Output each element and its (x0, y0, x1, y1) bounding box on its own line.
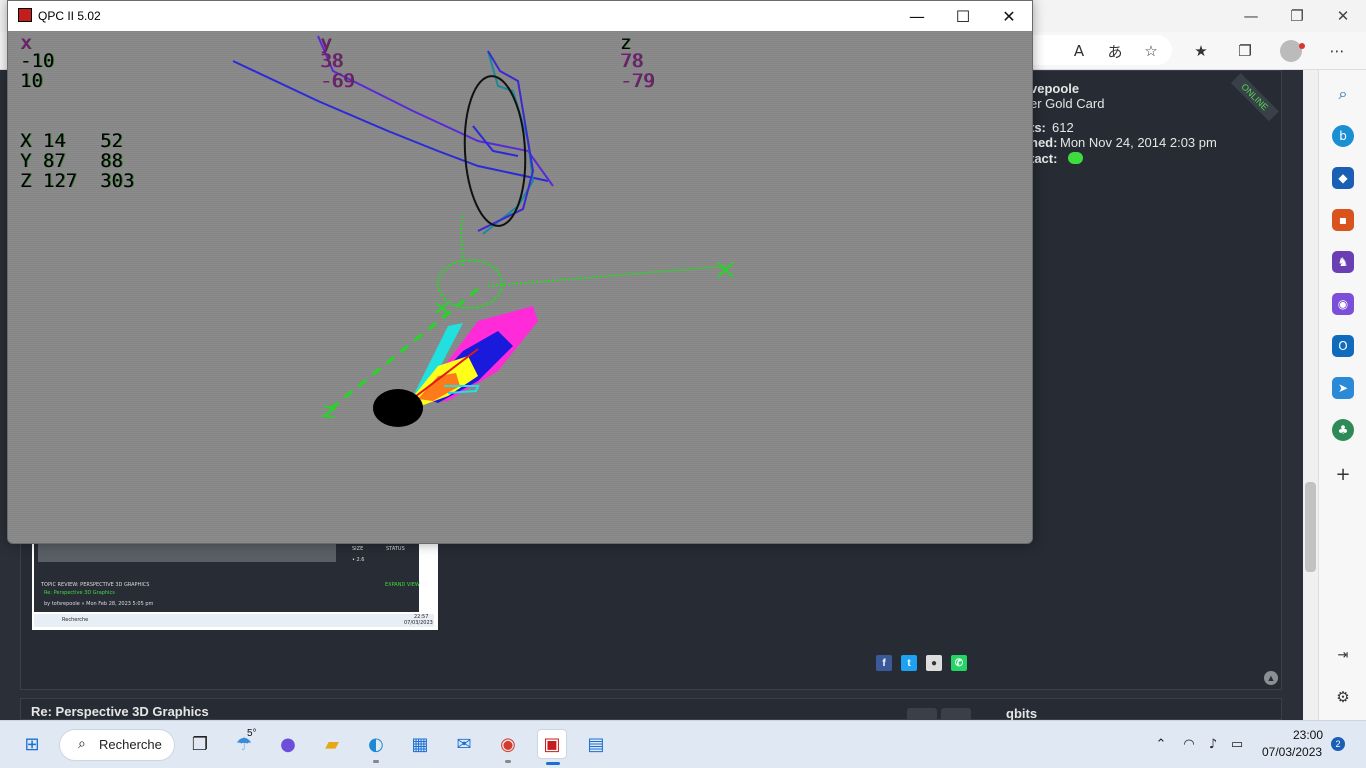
chrome-running-indicator (505, 760, 511, 763)
active-app-indicator (546, 762, 560, 765)
split-screen-icon[interactable]: ⇥ (1332, 644, 1354, 666)
tree-icon[interactable]: ♣ (1332, 419, 1354, 441)
page-scrollbar-thumb[interactable] (1305, 482, 1316, 572)
document-icon[interactable]: ▤ (581, 729, 611, 759)
reply-button[interactable] (941, 708, 971, 720)
taskbar-clock-time[interactable]: 23:00 (1293, 728, 1323, 742)
qpc-maximize-button[interactable]: ☐ (940, 1, 986, 31)
readout-y-line2: -69 (320, 70, 355, 92)
whatsapp-share-icon[interactable]: ✆ (951, 655, 967, 671)
more-icon[interactable]: ⋯ (1326, 40, 1348, 62)
tools-icon[interactable]: ▪ (1332, 209, 1354, 231)
thumb-post-title: Re: Perspective 3D Graphics (44, 590, 115, 596)
readout-x-line2: 10 (20, 70, 43, 92)
thumb-search: Recherche (62, 617, 89, 623)
thumb-taskbar (34, 614, 434, 627)
joined-date: Mon Nov 24, 2014 2:03 pm (1060, 135, 1217, 150)
black-ball (373, 389, 423, 427)
facebook-share-icon[interactable]: f (876, 655, 892, 671)
thumb-date: 07/03/2023 (404, 620, 433, 626)
blue-axis-lines (232, 35, 554, 235)
mail-icon[interactable]: ✉ (449, 729, 479, 759)
readout-x-line1: -10 (20, 50, 55, 72)
qpc-taskbar-icon[interactable]: ▣ (537, 729, 567, 759)
readout-row-x: X 14 52 (20, 130, 123, 152)
games-icon[interactable]: ♞ (1332, 251, 1354, 273)
profile-alert-dot (1299, 43, 1305, 49)
edge-running-indicator (373, 760, 379, 763)
thumb-size-value: • 2.6 (352, 557, 365, 563)
readout-z-line1: 78 (620, 50, 643, 72)
weather-temperature: 5° (247, 728, 257, 739)
scroll-top-icon[interactable]: ▲ (1264, 671, 1278, 685)
send-icon[interactable]: ➤ (1332, 377, 1354, 399)
contact-chat-icon[interactable] (1068, 152, 1083, 164)
contact-label: tact: (1030, 151, 1058, 166)
thumb-size-label: SIZE (352, 546, 364, 552)
read-aloud-icon[interactable]: A (1068, 40, 1090, 62)
file-explorer-icon[interactable]: ▰ (317, 729, 347, 759)
settings-gear-icon[interactable]: ⚙ (1332, 686, 1354, 708)
readout-z-line2: -79 (620, 70, 655, 92)
favorites-icon[interactable]: ★ (1190, 40, 1212, 62)
joined-label: ned: (1030, 135, 1058, 150)
qpc-titlebar: QPC II 5.02 — ☐ ✕ (8, 1, 1032, 31)
thumb-topic-review: TOPIC REVIEW: PERSPECTIVE 3D GRAPHICS (41, 582, 150, 588)
page-scrollbar[interactable] (1303, 70, 1318, 720)
reddit-share-icon[interactable]: ● (926, 655, 942, 671)
taskbar-clock-date[interactable]: 07/03/2023 (1262, 745, 1322, 759)
next-post-author[interactable]: qbits (1006, 706, 1037, 721)
post-author-name[interactable]: vepoole (1030, 81, 1079, 96)
readout-row-z: Z 127 303 (20, 170, 135, 192)
posts-count[interactable]: 612 (1052, 120, 1074, 135)
qpc-app-icon (18, 8, 32, 22)
windows-start-icon[interactable]: ⊞ (17, 729, 47, 759)
add-icon[interactable]: + (1332, 463, 1354, 485)
teams-icon[interactable]: ● (273, 729, 303, 759)
readout-row-y: Y 87 88 (20, 150, 123, 172)
store-icon[interactable]: ▦ (405, 729, 435, 759)
translate-icon[interactable]: あ (1104, 40, 1126, 62)
edge-icon[interactable]: ◐ (361, 729, 391, 759)
notification-badge[interactable]: 2 (1331, 737, 1345, 751)
quote-button[interactable] (907, 708, 937, 720)
next-post-title[interactable]: Re: Perspective 3D Graphics (31, 704, 209, 719)
readout-y-line1: 38 (320, 50, 343, 72)
battery-icon[interactable]: ▭ (1222, 729, 1252, 759)
task-view-icon[interactable]: ❐ (185, 729, 215, 759)
add-favorite-icon[interactable]: ☆ (1140, 40, 1162, 62)
office-icon[interactable]: ◉ (1332, 293, 1354, 315)
browser-restore-button[interactable]: ❐ (1274, 0, 1320, 32)
browser-close-button[interactable]: ✕ (1320, 0, 1366, 32)
twitter-share-icon[interactable]: t (901, 655, 917, 671)
collections-icon[interactable]: ❐ (1234, 40, 1256, 62)
thumb-post-by: by tofsrepoole » Mon Feb 28, 2023 5:05 p… (44, 601, 154, 607)
rainbow-flame (402, 306, 538, 407)
browser-minimize-button[interactable]: — (1228, 0, 1274, 32)
search-icon[interactable]: ⌕ (1332, 83, 1354, 105)
qpc-window: QPC II 5.02 — ☐ ✕ x -10 10 y 38 -69 z 78… (7, 0, 1033, 544)
outlook-icon[interactable]: O (1332, 335, 1354, 357)
taskbar-search-label: Recherche (99, 737, 162, 752)
tray-overflow-icon[interactable]: ⌃ (1146, 729, 1176, 759)
qpc-minimize-button[interactable]: — (894, 1, 940, 31)
qpc-graphics-canvas[interactable]: x -10 10 y 38 -69 z 78 -79 X 14 52 Y 87 … (8, 31, 1032, 543)
qpc-3d-scene (232, 35, 734, 427)
shopping-icon[interactable]: ◆ (1332, 167, 1354, 189)
attached-screenshot-panel (38, 542, 336, 562)
post-author-rank: er Gold Card (1030, 96, 1105, 111)
chrome-icon[interactable]: ◉ (493, 729, 523, 759)
next-forum-post (20, 698, 1282, 720)
bing-icon[interactable]: b (1332, 125, 1354, 147)
thumb-expand-view: EXPAND VIEW (385, 582, 420, 588)
qpc-close-button[interactable]: ✕ (986, 1, 1032, 31)
search-icon: ⌕ (78, 736, 86, 752)
thumb-status-label: STATUS (386, 546, 405, 552)
qpc-window-title: QPC II 5.02 (38, 9, 101, 23)
